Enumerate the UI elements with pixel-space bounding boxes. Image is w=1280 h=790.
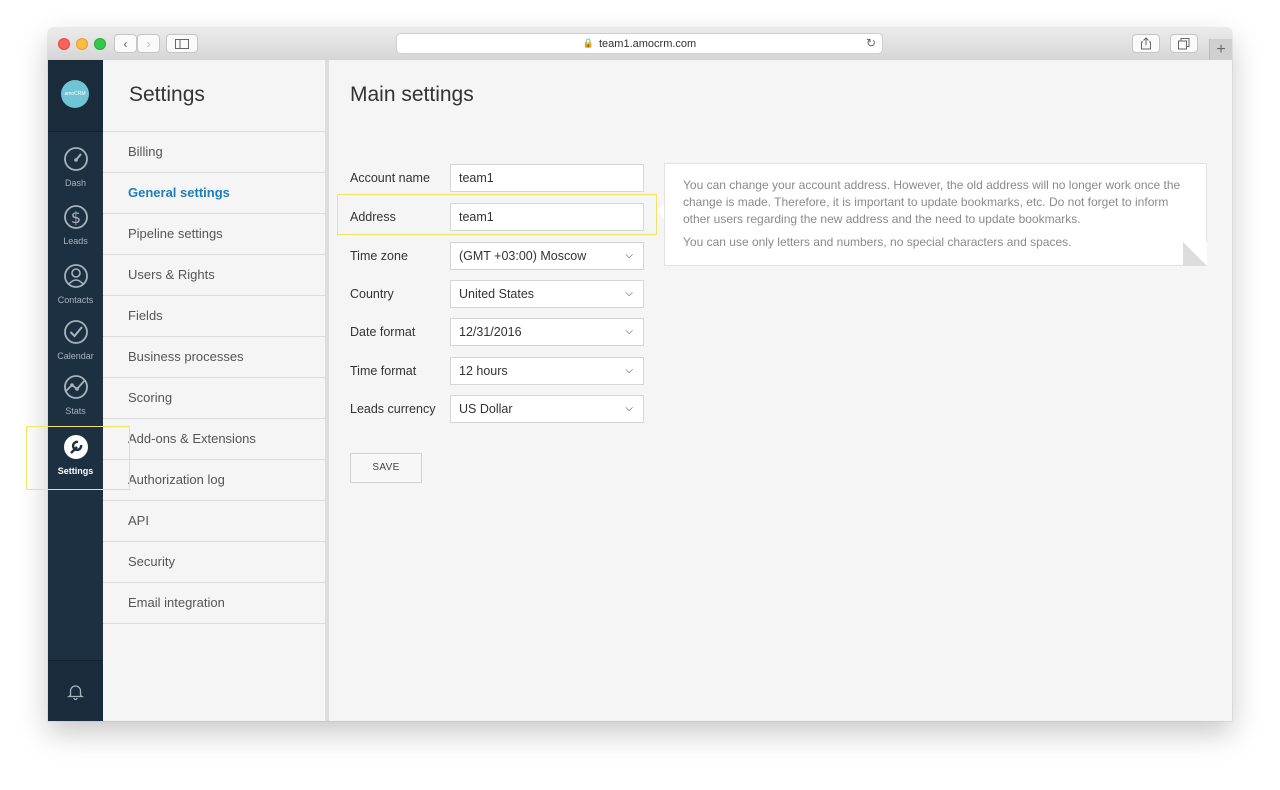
hint-paragraph-1: You can change your account address. How… [683, 178, 1181, 226]
chevron-down-icon: ⌵ [625, 326, 633, 337]
chevron-down-icon: ⌵ [625, 403, 633, 414]
calendar-check-icon [63, 320, 88, 344]
sidebar-icon [175, 38, 189, 49]
address-label: Address [350, 210, 396, 224]
page-title: Main settings [350, 83, 474, 106]
nav-calendar-label: Calendar [57, 351, 94, 361]
country-label: Country [350, 287, 394, 301]
svg-text:$: $ [70, 208, 80, 227]
dollar-icon: $ [63, 205, 88, 229]
forward-button[interactable]: › [137, 34, 160, 53]
hint-paragraph-2: You can use only letters and numbers, no… [683, 235, 1072, 249]
bell-icon[interactable] [67, 683, 84, 700]
menu-item-billing[interactable]: Billing [103, 132, 325, 173]
menu-item-email-integration[interactable]: Email integration [103, 583, 325, 624]
time-zone-label: Time zone [350, 249, 408, 263]
nav-leads[interactable]: $ Leads [48, 204, 103, 246]
nav-stats[interactable]: Stats [48, 374, 103, 416]
menu-item-general-settings[interactable]: General settings [103, 173, 325, 214]
settings-menu: Settings Billing General settings Pipeli… [103, 60, 325, 721]
plus-icon: + [1216, 40, 1226, 58]
menu-item-fields[interactable]: Fields [103, 296, 325, 337]
time-zone-select[interactable]: (GMT +03:00) Moscow ⌵ [450, 242, 644, 270]
browser-window: ‹ › 🔒 team1.amocrm.com ↻ + amoCRM Dash $… [48, 28, 1232, 721]
menu-item-business-processes[interactable]: Business processes [103, 337, 325, 378]
address-input[interactable]: team1 [450, 203, 644, 231]
lock-icon: 🔒 [582, 38, 594, 48]
nav-dash[interactable]: Dash [48, 146, 103, 188]
time-zone-value: (GMT +03:00) Moscow [459, 249, 587, 263]
menu-item-pipeline-settings[interactable]: Pipeline settings [103, 214, 325, 255]
chevron-right-icon: › [146, 36, 151, 51]
zoom-window-button[interactable] [94, 38, 106, 50]
notifications-area [48, 660, 103, 721]
country-select[interactable]: United States ⌵ [450, 280, 644, 308]
address-bar[interactable]: 🔒 team1.amocrm.com ↻ [396, 33, 883, 54]
account-name-label: Account name [350, 171, 430, 185]
date-format-value: 12/31/2016 [459, 325, 522, 339]
contacts-icon [63, 264, 88, 288]
time-format-value: 12 hours [459, 364, 508, 378]
chevron-down-icon: ⌵ [625, 250, 633, 261]
tabs-icon [1178, 37, 1190, 49]
menu-item-users-rights[interactable]: Users & Rights [103, 255, 325, 296]
time-format-select[interactable]: 12 hours ⌵ [450, 357, 644, 385]
hint-page-fold [1183, 242, 1207, 266]
account-name-input[interactable]: team1 [450, 164, 644, 192]
address-hint-box: You can change your account address. How… [664, 163, 1207, 266]
settings-highlight [26, 426, 130, 490]
stats-icon [63, 375, 88, 399]
tabs-overview-button[interactable] [1170, 34, 1198, 53]
rail-logo-area: amoCRM [48, 60, 103, 132]
share-button[interactable] [1132, 34, 1160, 53]
save-button[interactable]: SAVE [350, 453, 422, 483]
share-icon [1141, 37, 1151, 50]
leads-currency-select[interactable]: US Dollar ⌵ [450, 395, 644, 423]
back-button[interactable]: ‹ [114, 34, 137, 53]
amocrm-logo[interactable]: amoCRM [61, 80, 89, 108]
new-tab-button[interactable]: + [1209, 39, 1232, 60]
menu-item-api[interactable]: API [103, 501, 325, 542]
minimize-window-button[interactable] [76, 38, 88, 50]
nav-stats-label: Stats [65, 406, 86, 416]
nav-leads-label: Leads [63, 236, 88, 246]
chevron-down-icon: ⌵ [625, 365, 633, 376]
dashboard-icon [63, 147, 88, 171]
url-text: team1.amocrm.com [599, 37, 697, 50]
nav-contacts-label: Contacts [57, 295, 94, 305]
date-format-label: Date format [350, 325, 416, 339]
nav-contacts[interactable]: Contacts [48, 263, 103, 305]
reload-icon[interactable]: ↻ [866, 36, 876, 50]
leads-currency-value: US Dollar [459, 402, 513, 416]
country-value: United States [459, 287, 535, 301]
settings-menu-title: Settings [129, 83, 205, 106]
chevron-left-icon: ‹ [123, 36, 128, 51]
menu-item-security[interactable]: Security [103, 542, 325, 583]
leads-currency-label: Leads currency [350, 402, 436, 416]
browser-titlebar: ‹ › 🔒 team1.amocrm.com ↻ + [48, 28, 1232, 61]
sidebar-toggle-button[interactable] [166, 34, 198, 53]
app-nav-rail: amoCRM Dash $ Leads Contacts Calendar St… [48, 60, 103, 721]
settings-menu-list: Billing General settings Pipeline settin… [103, 131, 325, 624]
menu-item-scoring[interactable]: Scoring [103, 378, 325, 419]
nav-calendar[interactable]: Calendar [48, 319, 103, 361]
menu-item-addons-extensions[interactable]: Add-ons & Extensions [103, 419, 325, 460]
nav-dash-label: Dash [64, 178, 86, 188]
menu-item-authorization-log[interactable]: Authorization log [103, 460, 325, 501]
main-settings-panel: Main settings Account name team1 Address… [329, 60, 1232, 721]
chevron-down-icon: ⌵ [625, 288, 633, 299]
time-format-label: Time format [350, 364, 417, 378]
date-format-select[interactable]: 12/31/2016 ⌵ [450, 318, 644, 346]
close-window-button[interactable] [58, 38, 70, 50]
